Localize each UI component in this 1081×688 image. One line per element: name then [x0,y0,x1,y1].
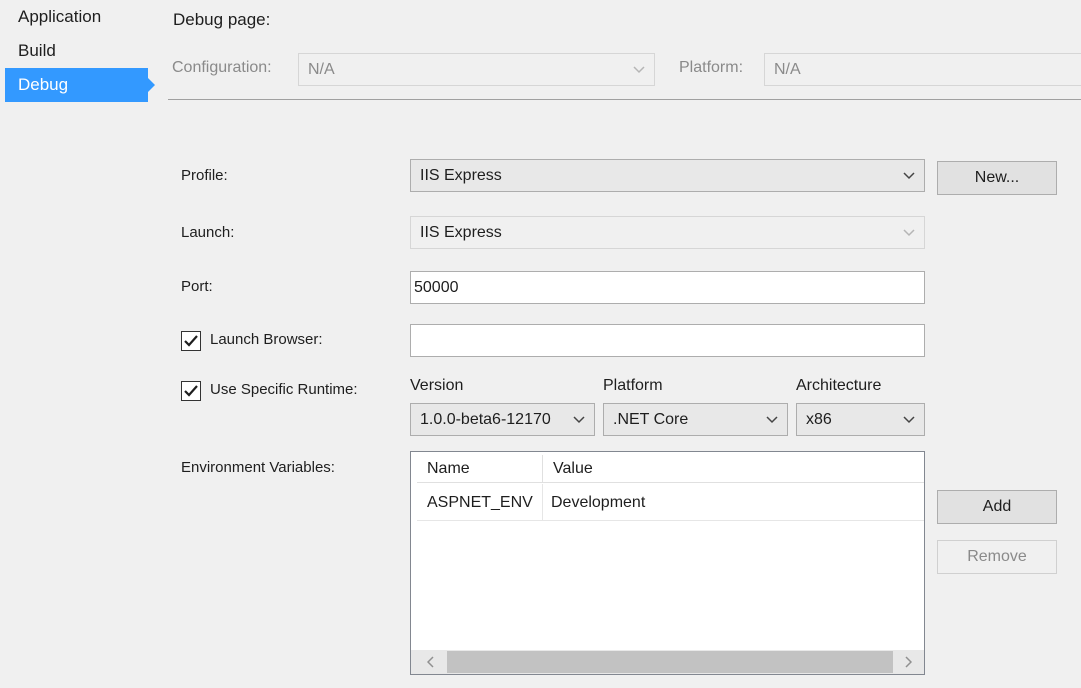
horizontal-scrollbar[interactable] [411,650,924,674]
checkmark-icon [184,335,198,347]
sidebar-item-build[interactable]: Build [5,34,148,68]
version-label: Version [410,377,464,394]
configuration-label: Configuration: [172,59,272,76]
chevron-down-icon [633,54,645,74]
configuration-select[interactable]: N/A [298,53,655,86]
profile-value: IIS Express [420,167,502,184]
launch-browser-url-input[interactable] [410,324,925,357]
env-var-value-cell[interactable]: Development [543,484,924,521]
platform-select[interactable]: N/A [764,53,1081,86]
add-env-var-button[interactable]: Add [937,490,1057,524]
chevron-down-icon [903,404,915,424]
port-input[interactable]: 50000 [410,271,925,304]
port-label: Port: [181,278,213,295]
profile-label: Profile: [181,167,228,184]
column-header-name[interactable]: Name [417,455,543,483]
architecture-select[interactable]: x86 [796,403,925,436]
launch-browser-checkbox[interactable] [181,331,201,351]
env-vars-grid[interactable]: Name Value ASPNET_ENV Development [410,451,925,675]
configuration-value: N/A [308,61,335,78]
runtime-platform-label: Platform [603,377,663,394]
launch-value: IIS Express [420,224,502,241]
column-header-value[interactable]: Value [543,455,924,483]
new-profile-button[interactable]: New... [937,161,1057,195]
chevron-left-icon[interactable] [419,650,443,674]
chevron-down-icon [903,217,915,237]
env-vars-label: Environment Variables: [181,459,335,476]
sidebar-item-debug[interactable]: Debug [5,68,155,102]
runtime-platform-select[interactable]: .NET Core [603,403,788,436]
env-var-name-cell[interactable]: ASPNET_ENV [417,484,543,521]
table-row[interactable]: ASPNET_ENV Development [417,484,924,521]
checkmark-icon [184,385,198,397]
remove-env-var-button[interactable]: Remove [937,540,1057,574]
page-title: Debug page: [173,10,271,29]
version-value: 1.0.0-beta6-12170 [420,411,551,428]
launch-browser-label: Launch Browser: [210,331,323,348]
use-specific-runtime-label: Use Specific Runtime: [210,381,358,398]
platform-label: Platform: [679,59,744,76]
scrollbar-thumb[interactable] [447,651,893,673]
chevron-right-icon[interactable] [896,650,920,674]
grid-header: Name Value [417,455,924,483]
profile-select[interactable]: IIS Express [410,159,925,192]
launch-select[interactable]: IIS Express [410,216,925,249]
runtime-platform-value: .NET Core [613,411,689,428]
architecture-value: x86 [806,411,832,428]
use-specific-runtime-checkbox[interactable] [181,381,201,401]
sidebar: Application Build Debug [0,0,160,688]
header-divider [168,99,1081,100]
version-select[interactable]: 1.0.0-beta6-12170 [410,403,595,436]
sidebar-item-application[interactable]: Application [5,0,148,34]
chevron-down-icon [903,160,915,180]
launch-label: Launch: [181,224,235,241]
platform-value: N/A [774,61,801,78]
chevron-down-icon [573,404,585,424]
chevron-down-icon [766,404,778,424]
architecture-label: Architecture [796,377,882,394]
